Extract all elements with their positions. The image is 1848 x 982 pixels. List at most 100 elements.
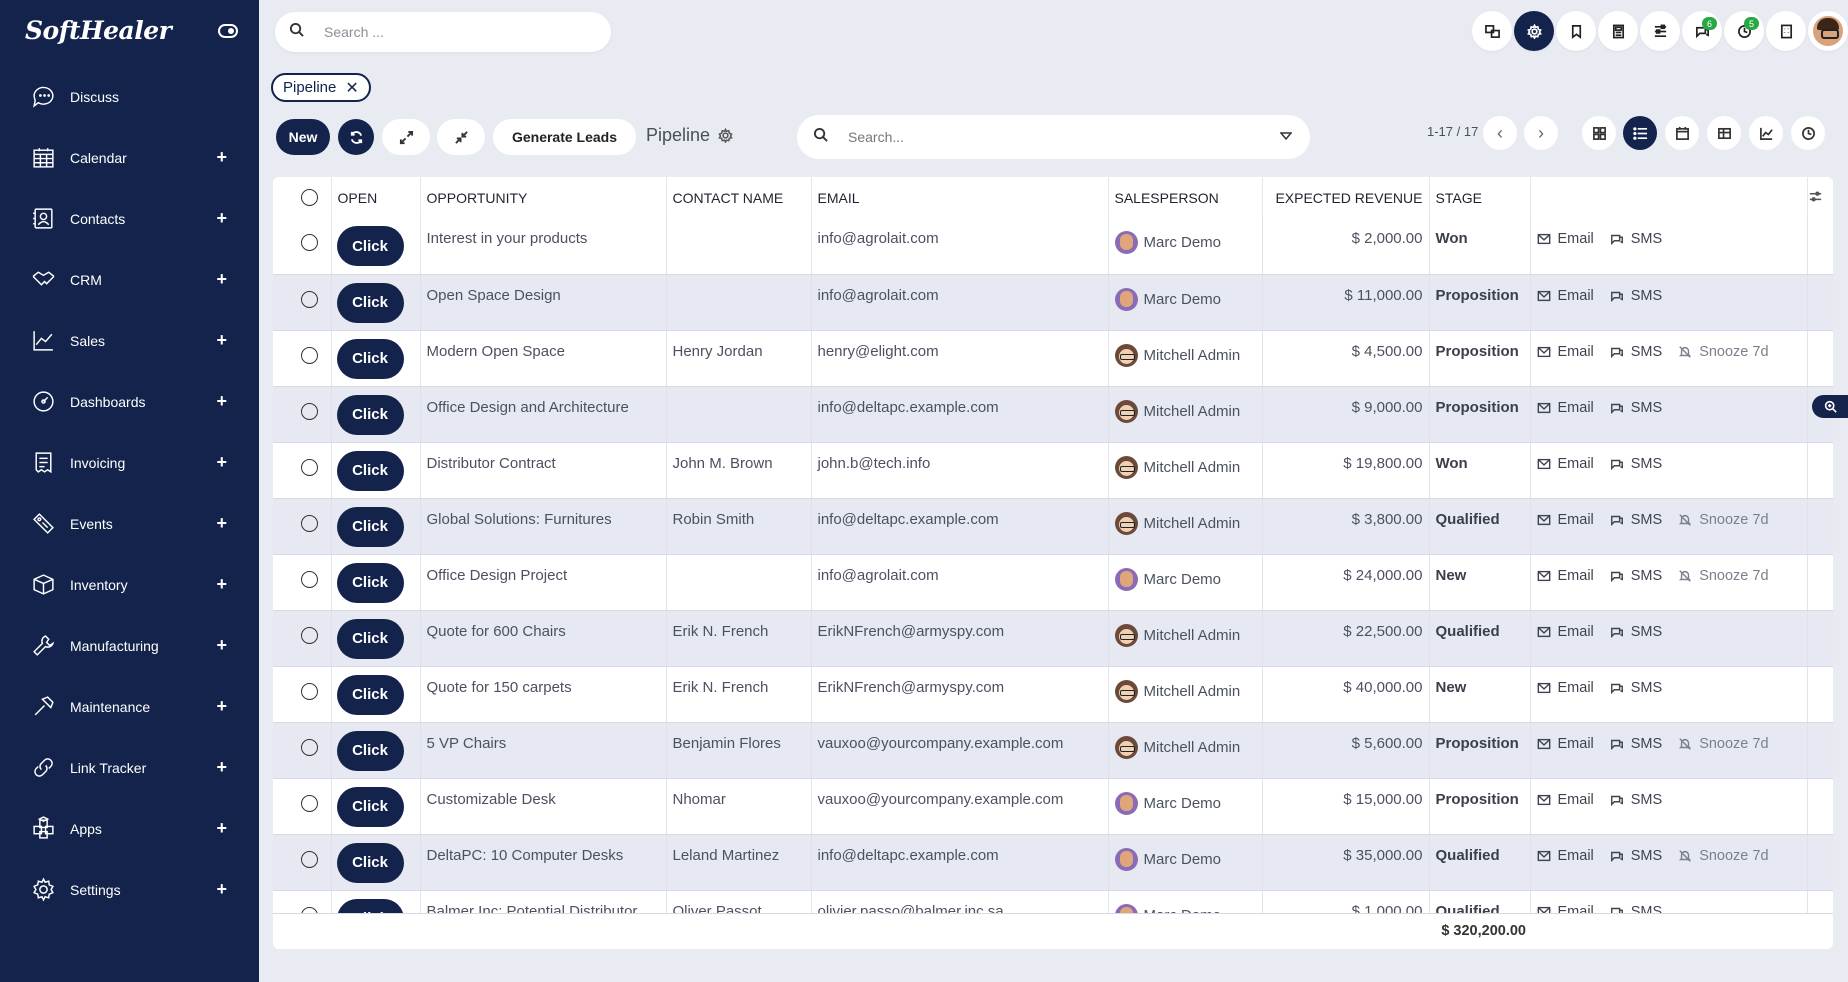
stage-cell[interactable]: Qualified [1429,610,1531,667]
sms-action-button[interactable]: SMS [1610,736,1662,752]
sms-action-button[interactable]: SMS [1610,456,1662,472]
email-action-button[interactable]: Email [1537,736,1594,752]
stage-cell[interactable]: Proposition [1429,778,1531,835]
email-cell[interactable]: info@agrolait.com [811,554,1109,611]
revenue-cell[interactable]: $ 5,600.00 [1262,722,1430,779]
salesperson-cell[interactable]: Mitchell Admin [1108,442,1263,499]
global-search-input[interactable] [324,24,574,40]
column-header-stage[interactable]: STAGE [1429,177,1531,218]
column-header-opportunity[interactable]: OPPORTUNITY [420,177,667,218]
clock-activity-button[interactable]: 5 [1724,11,1764,51]
expand-plus-icon[interactable]: + [216,879,227,900]
calculator-button[interactable] [1598,11,1638,51]
gear-icon[interactable] [718,128,733,143]
pager-next-button[interactable]: › [1524,116,1558,150]
open-record-button[interactable]: Click [336,730,404,771]
gear-button[interactable] [1514,11,1554,51]
stage-cell[interactable]: Proposition [1429,722,1531,779]
open-record-button[interactable]: Click [336,786,404,827]
optional-columns-icon[interactable] [1808,189,1823,207]
email-action-button[interactable]: Email [1537,848,1594,864]
sidebar-item-manufacturing[interactable]: Manufacturing + [0,615,259,676]
sms-action-button[interactable]: SMS [1610,400,1662,416]
salesperson-cell[interactable]: Mitchell Admin [1108,666,1263,723]
stage-cell[interactable]: Won [1429,442,1531,499]
email-action-button[interactable]: Email [1537,792,1594,808]
sms-action-button[interactable]: SMS [1610,792,1662,808]
expand-plus-icon[interactable]: + [216,513,227,534]
row-checkbox[interactable] [301,290,318,308]
email-cell[interactable]: info@agrolait.com [811,274,1109,331]
contact-cell[interactable]: Erik N. French [666,666,812,723]
translate-button[interactable] [1472,11,1512,51]
opportunity-cell[interactable]: 5 VP Chairs [420,722,667,779]
opportunity-cell[interactable]: Office Design Project [420,554,667,611]
expand-plus-icon[interactable]: + [216,452,227,473]
sidebar-item-maintenance[interactable]: Maintenance + [0,676,259,737]
expand-plus-icon[interactable]: + [216,757,227,778]
open-record-button[interactable]: Click [336,842,404,883]
salesperson-cell[interactable]: Marc Demo [1108,554,1263,611]
email-action-button[interactable]: Email [1537,288,1594,304]
new-button[interactable]: New [276,119,330,155]
snooze-action-button[interactable]: Snooze 7d [1678,568,1769,584]
contact-cell[interactable]: Benjamin Flores [666,722,812,779]
pivot-view-button[interactable] [1707,116,1741,150]
sidebar-item-calendar[interactable]: Calendar + [0,127,259,188]
expand-plus-icon[interactable]: + [216,147,227,168]
sidebar-item-link-tracker[interactable]: Link Tracker + [0,737,259,798]
table-row[interactable]: Click Open Space Design info@agrolait.com M… [273,274,1833,331]
salesperson-cell[interactable]: Marc Demo [1108,778,1263,835]
select-all-checkbox[interactable] [301,189,318,207]
contact-cell[interactable]: John M. Brown [666,442,812,499]
column-header-salesperson[interactable]: SALESPERSON [1108,177,1263,218]
stage-cell[interactable]: New [1429,666,1531,723]
contact-cell[interactable]: Erik N. French [666,610,812,667]
collapse-button[interactable] [437,119,485,155]
revenue-cell[interactable]: $ 15,000.00 [1262,778,1430,835]
row-checkbox[interactable] [301,682,318,700]
expand-plus-icon[interactable]: + [216,696,227,717]
salesperson-cell[interactable]: Marc Demo [1108,274,1263,331]
open-record-button[interactable]: Click [336,674,404,715]
revenue-cell[interactable]: $ 40,000.00 [1262,666,1430,723]
column-header-email[interactable]: EMAIL [811,177,1109,218]
revenue-cell[interactable]: $ 9,000.00 [1262,386,1430,443]
open-record-button[interactable]: Click [336,394,404,435]
row-checkbox[interactable] [301,850,318,868]
opportunity-cell[interactable]: Open Space Design [420,274,667,331]
salesperson-cell[interactable]: Mitchell Admin [1108,498,1263,555]
table-row[interactable]: Click Quote for 600 Chairs Erik N. French E… [273,610,1833,667]
contact-cell[interactable]: Nhomar [666,778,812,835]
contact-cell[interactable] [666,554,812,611]
open-record-button[interactable]: Click [336,618,404,659]
sms-action-button[interactable]: SMS [1610,231,1662,247]
expand-plus-icon[interactable]: + [216,635,227,656]
row-checkbox[interactable] [301,346,318,364]
contact-cell[interactable] [666,274,812,331]
row-checkbox[interactable] [301,794,318,812]
sidebar-item-discuss[interactable]: Discuss [0,66,259,127]
opportunity-cell[interactable]: Interest in your products [420,218,667,275]
email-action-button[interactable]: Email [1537,512,1594,528]
column-header-open[interactable]: OPEN [331,177,421,218]
bookmark-button[interactable] [1556,11,1596,51]
sms-action-button[interactable]: SMS [1610,848,1662,864]
stage-cell[interactable]: Proposition [1429,274,1531,331]
opportunity-cell[interactable]: Quote for 150 carpets [420,666,667,723]
chat-button[interactable]: 6 [1682,11,1722,51]
snooze-action-button[interactable]: Snooze 7d [1678,344,1769,360]
email-action-button[interactable]: Email [1537,456,1594,472]
sidebar-item-settings[interactable]: Settings + [0,859,259,920]
expand-plus-icon[interactable]: + [216,330,227,351]
sidebar-item-apps[interactable]: Apps + [0,798,259,859]
table-row[interactable]: Click Customizable Desk Nhomar vauxoo@yourc… [273,778,1833,835]
stage-cell[interactable]: Proposition [1429,386,1531,443]
open-record-button[interactable]: Click [336,282,404,323]
revenue-cell[interactable]: $ 3,800.00 [1262,498,1430,555]
row-checkbox[interactable] [301,458,318,476]
email-action-button[interactable]: Email [1537,400,1594,416]
table-row[interactable]: Click DeltaPC: 10 Computer Desks Leland Ma… [273,834,1833,891]
sidebar-item-inventory[interactable]: Inventory + [0,554,259,615]
control-search-input[interactable] [848,129,1248,145]
